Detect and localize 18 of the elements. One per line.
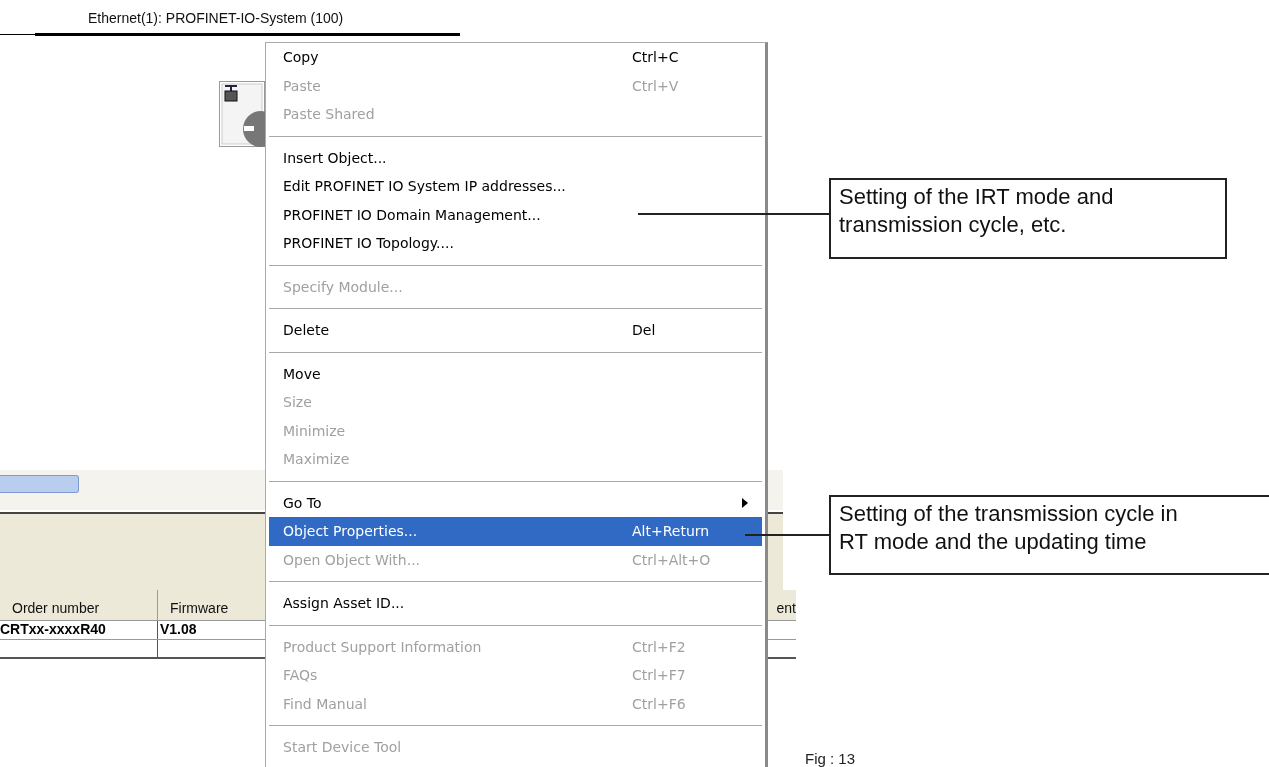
menu-item[interactable]: Edit PROFINET IO System IP addresses... bbox=[269, 172, 762, 201]
network-title: Ethernet(1): PROFINET-IO-System (100) bbox=[88, 10, 344, 26]
column-header[interactable]: Order number bbox=[0, 590, 158, 620]
device-icon[interactable] bbox=[219, 81, 265, 147]
callout-text: Setting of the transmission cycle in RT mode and the updating time bbox=[829, 495, 1269, 575]
menu-item[interactable]: Go To bbox=[269, 488, 762, 517]
callout-text: Setting of the IRT mode and transmission cycle, etc. bbox=[829, 178, 1227, 259]
menu-item[interactable]: PROFINET IO Topology.... bbox=[269, 229, 762, 258]
menu-item[interactable]: Move bbox=[269, 359, 762, 388]
menu-item[interactable]: PROFINET IO Domain Management... bbox=[269, 200, 762, 229]
scrollbar-thumb[interactable] bbox=[0, 475, 79, 493]
menu-item[interactable]: Copy Ctrl+C bbox=[269, 43, 762, 72]
menu-item[interactable]: Delete Del bbox=[269, 316, 762, 345]
menu-item[interactable]: Object Properties... Alt+Return bbox=[269, 517, 762, 546]
menu-item[interactable]: Insert Object... bbox=[269, 143, 762, 172]
menu-item[interactable]: Assign Asset ID... bbox=[269, 589, 762, 618]
table-cell: CRTxx-xxxxR40 bbox=[0, 621, 158, 639]
figure-caption: Fig : 13 bbox=[805, 750, 856, 767]
